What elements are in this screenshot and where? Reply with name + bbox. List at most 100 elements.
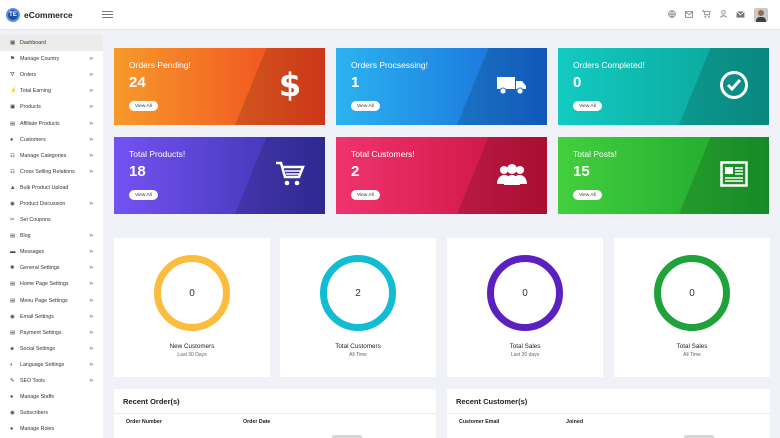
sidebar-item-customers[interactable]: ● Customers » [0,132,103,148]
circle-label: Total Customers [335,343,381,350]
sidebar-item-total-earning[interactable]: ⚡ Total Earning » [0,83,103,99]
card-value: 0 [573,74,582,91]
chevron-right-icon: » [89,168,93,175]
progress-ring: 0 [487,255,563,331]
sidebar-item-label: General Settings [20,265,60,272]
payment-icon: ▤ [10,329,16,336]
top-header: TE eCommerce [0,0,780,30]
chevron-right-icon: » [89,72,93,79]
view-all-button[interactable]: View All [351,101,380,111]
mail-icon[interactable] [685,10,693,20]
column-header-customer-email: Customer Email [459,419,500,425]
stat-card-orders-pending: Orders Pending! 24 View All $ [114,48,325,125]
sidebar-item-manage-roles[interactable]: ● Manage Roles [0,421,103,437]
view-all-button[interactable]: View All [351,190,380,200]
column-header-order-date: Order Date [243,419,271,425]
sidebar-item-label: Orders [20,72,37,79]
recent-orders-title: Recent Order(s) [123,397,180,406]
sidebar-item-label: Social Settings [20,345,56,352]
stat-circle-new-customers-0: 0 New Customers Last 30 Days [114,238,270,377]
sidebar-item-menu-page-settings[interactable]: ▤ Menu Page Settings » [0,293,103,309]
sidebar-item-messages[interactable]: ▬ Messages » [0,244,103,260]
stat-card-total-products: Total Products! 18 View All [114,137,325,214]
sidebar-item-label: Subscribers [20,410,48,417]
recent-orders-panel: Recent Order(s) Order Number Order Date [114,389,436,438]
card-title: Total Posts! [573,149,617,159]
inbox-icon[interactable] [736,10,745,20]
sidebar-item-label: Menu Page Settings [20,297,68,304]
circle-sublabel: All Time [349,352,367,358]
ring-value: 0 [689,287,695,299]
card-value: 2 [351,163,360,180]
menu-toggle-icon[interactable] [102,10,113,19]
globe-icon[interactable] [668,10,676,20]
sidebar-item-set-coupons[interactable]: ✂ Set Coupons [0,212,103,228]
stat-circle-total-sales-2: 0 Total Sales Last 30 days [447,238,603,377]
user-icon[interactable] [720,10,727,20]
sidebar-item-payment-settings[interactable]: ▤ Payment Settings » [0,325,103,341]
coupon-icon: ✂ [10,217,15,224]
sidebar-item-label: Home Page Settings [20,281,69,288]
ring-value: 0 [189,287,195,299]
sidebar-item-cross-selling-relations[interactable]: ☷ Cross Selling Relations » [0,164,103,180]
column-header-order-number: Order Number [126,419,162,425]
sidebar-item-dashboard[interactable]: ▦ Dashboard [0,35,103,52]
header-actions [668,0,768,30]
brand[interactable]: TE eCommerce [0,7,100,22]
chevron-right-icon: » [89,136,93,143]
sidebar-item-label: Messages [20,249,45,256]
sidebar-item-label: Manage Categories [20,152,67,159]
sidebar-item-products[interactable]: ▣ Products » [0,99,103,115]
language-icon: ◐ [10,361,14,368]
sidebar-item-product-discussion[interactable]: ◉ Product Discussion » [0,196,103,212]
sidebar-item-orders[interactable]: ⛛ Orders » [0,67,103,83]
card-title: Orders Pending! [129,60,191,70]
truck-icon [495,68,529,102]
view-all-button[interactable]: View All [129,190,158,200]
email-icon: ◉ [10,313,15,320]
circle-label: New Customers [169,343,215,350]
stat-card-total-customers: Total Customers! 2 View All [336,137,547,214]
sidebar-item-manage-country[interactable]: ⚑ Manage Country » [0,51,103,67]
progress-ring: 0 [154,255,230,331]
chevron-right-icon: » [89,56,93,63]
sidebar-item-subscribers[interactable]: ◉ Subscribers [0,405,103,421]
sidebar-item-manage-categories[interactable]: ☷ Manage Categories » [0,148,103,164]
chevron-right-icon: » [89,233,93,240]
sidebar-item-label: Manage Staffs [20,394,55,401]
view-all-button[interactable]: View All [129,101,158,111]
sidebar-item-affiliate-products[interactable]: ▤ Affiliate Products » [0,115,103,131]
progress-ring: 0 [654,255,730,331]
sidebar-item-bulk-product-upload[interactable]: ▲ Bulk Product Upload [0,180,103,196]
check-circle-icon [717,68,751,102]
sidebar-item-home-page-settings[interactable]: ▤ Home Page Settings » [0,276,103,292]
users-icon [495,157,529,191]
sidebar-item-seo-tools[interactable]: ✎ SEO Tools » [0,373,103,389]
card-value: 24 [129,74,146,91]
seo-icon: ✎ [10,378,15,385]
recent-customers-title: Recent Customer(s) [456,397,528,406]
circle-sublabel: Last 30 days [510,352,540,358]
view-all-button[interactable]: View All [573,190,602,200]
sidebar-item-general-settings[interactable]: ✺ General Settings » [0,260,103,276]
sidebar-item-label: Products [20,104,41,111]
sidebar-item-email-settings[interactable]: ◉ Email Settings » [0,309,103,325]
chevron-right-icon: » [89,265,93,272]
roles-icon: ● [10,426,14,433]
sidebar-item-social-settings[interactable]: ◈ Social Settings » [0,341,103,357]
chevron-right-icon: » [89,297,93,304]
blog-icon: ▤ [10,233,16,240]
staff-icon: ● [10,394,14,401]
sidebar-item-label: Dashboard [20,40,46,47]
view-all-button[interactable]: View All [573,101,602,111]
circle-label: Total Sales [676,343,708,350]
ring-value: 2 [355,287,361,299]
sidebar-item-language-settings[interactable]: ◐ Language Settings » [0,357,103,373]
sidebar-item-blog[interactable]: ▤ Blog » [0,228,103,244]
avatar[interactable] [754,8,768,22]
sidebar-item-manage-staffs[interactable]: ● Manage Staffs [0,389,103,405]
cart-icon[interactable] [702,10,711,20]
card-title: Orders Completed! [573,60,645,70]
products-icon: ▣ [10,104,16,111]
circle-sublabel: Last 30 Days [177,352,207,358]
